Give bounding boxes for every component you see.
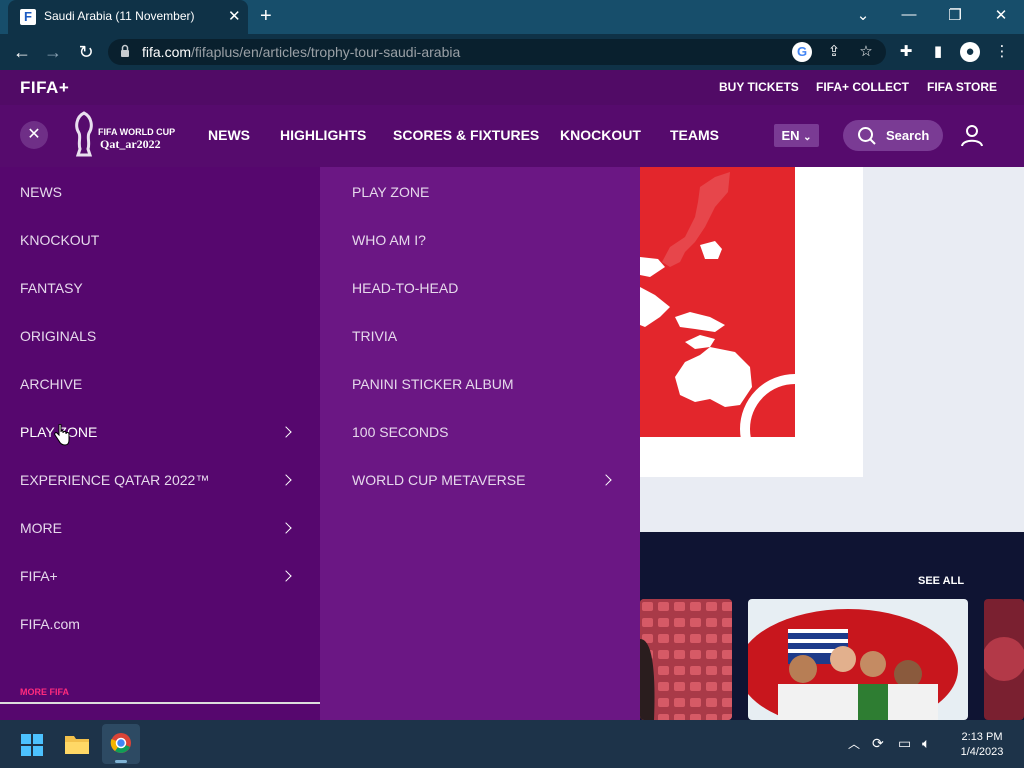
nav-scores-fixtures[interactable]: SCORES & FIXTURES: [393, 127, 539, 144]
fans-coca-cola-thumbnail[interactable]: [748, 599, 968, 720]
menu-item-originals[interactable]: ORIGINALS: [20, 328, 96, 345]
play-zone-submenu: PLAY ZONE WHO AM I? HEAD-TO-HEAD TRIVIA …: [320, 167, 640, 720]
browser-tab-bar: F Saudi Arabia (11 November) ✕ + ⌄ — ❐ ✕: [0, 0, 1024, 34]
menu-item-more[interactable]: MORE: [20, 520, 62, 537]
main-navigation: ✕ FIFA WORLD CUP Qat_ar2022 NEWS HIGHLIG…: [0, 105, 1024, 167]
hand-cursor-icon: [54, 424, 70, 446]
chrome-menu-icon[interactable]: ⋮: [992, 42, 1012, 62]
network-icon[interactable]: ▭: [898, 735, 911, 752]
file-explorer-icon[interactable]: [64, 733, 90, 755]
windows-start-icon[interactable]: [21, 734, 43, 756]
article-content: SEE ALL: [640, 167, 1024, 720]
world-cup-logo-line2: Qat_ar2022: [100, 137, 161, 151]
sync-icon[interactable]: ⟳: [872, 735, 884, 752]
search-button[interactable]: Search: [843, 120, 943, 151]
clock-date: 1/4/2023: [960, 746, 1004, 758]
menu-item-fifa-plus[interactable]: FIFA+: [20, 568, 58, 585]
chevron-down-icon: ⌄: [803, 132, 812, 143]
chrome-icon: [110, 733, 131, 753]
tab-search-chevron-icon[interactable]: ⌄: [848, 6, 878, 24]
language-selector[interactable]: EN ⌄: [774, 124, 819, 147]
world-cup-logo-line1: FIFA WORLD CUP: [98, 127, 176, 137]
chevron-right-icon: [280, 522, 292, 534]
close-menu-icon[interactable]: ✕: [20, 121, 48, 149]
fifa-plus-collect-link[interactable]: FIFA+ COLLECT: [816, 80, 909, 94]
user-account-icon[interactable]: [960, 123, 984, 147]
fifa-favicon-icon: F: [20, 9, 36, 25]
restore-icon[interactable]: ❐: [940, 6, 970, 24]
menu-item-experience-qatar[interactable]: EXPERIENCE QATAR 2022™: [20, 472, 209, 489]
active-app-indicator: [115, 760, 127, 763]
buy-tickets-link[interactable]: BUY TICKETS: [719, 80, 799, 94]
fifa-plus-logo[interactable]: FIFA+: [20, 79, 69, 97]
world-cup-trophy-icon: [75, 111, 93, 157]
stadium-seats-thumbnail[interactable]: [640, 599, 732, 720]
language-label: EN: [781, 128, 800, 143]
submenu-item-trivia[interactable]: TRIVIA: [352, 328, 397, 345]
side-panel-icon[interactable]: ▮: [928, 42, 948, 62]
profile-avatar-icon[interactable]: ●: [960, 42, 980, 62]
menu-item-fantasy[interactable]: FANTASY: [20, 280, 83, 297]
extensions-puzzle-icon[interactable]: ✚: [896, 42, 916, 62]
main-menu-panel: NEWS KNOCKOUT FANTASY ORIGINALS ARCHIVE …: [0, 167, 320, 720]
submenu-item-who-am-i[interactable]: WHO AM I?: [352, 232, 426, 249]
more-fifa-heading: MORE FIFA: [20, 687, 69, 697]
chevron-right-icon: [280, 474, 292, 486]
menu-item-news[interactable]: NEWS: [20, 184, 62, 201]
forward-arrow-icon[interactable]: →: [40, 40, 66, 64]
back-arrow-icon[interactable]: ←: [9, 40, 35, 64]
share-icon[interactable]: ⇪: [824, 42, 844, 62]
minimize-icon[interactable]: —: [894, 6, 924, 23]
chevron-right-icon: [280, 570, 292, 582]
nav-knockout[interactable]: KNOCKOUT: [560, 127, 641, 144]
trophy-tour-map-image: [640, 167, 863, 484]
lock-icon: [121, 44, 129, 57]
window-close-icon[interactable]: ✕: [986, 6, 1016, 24]
chevron-right-icon: [600, 474, 612, 486]
submenu-item-panini-sticker-album[interactable]: PANINI STICKER ALBUM: [352, 376, 514, 393]
nav-teams[interactable]: TEAMS: [670, 127, 719, 144]
clock-time: 2:13 PM: [961, 731, 1003, 743]
world-map-illustration: [640, 167, 850, 484]
submenu-item-world-cup-metaverse[interactable]: WORLD CUP METAVERSE: [352, 472, 525, 489]
nav-news[interactable]: NEWS: [208, 127, 250, 144]
chevron-right-icon: [280, 426, 292, 438]
tab-close-icon[interactable]: ✕: [228, 7, 241, 25]
show-hidden-icons-chevron-icon[interactable]: ︿: [848, 735, 860, 752]
windows-taskbar: ︿ ⟳ ▭ 🔈︎: [0, 720, 1024, 768]
bookmark-star-icon[interactable]: ☆: [856, 42, 876, 62]
see-all-link[interactable]: SEE ALL: [918, 575, 964, 587]
system-clock[interactable]: 2:13 PM 1/4/2023: [955, 730, 1009, 760]
menu-divider: [0, 702, 320, 704]
menu-item-fifa-com[interactable]: FIFA.com: [20, 616, 80, 633]
submenu-item-head-to-head[interactable]: HEAD-TO-HEAD: [352, 280, 458, 297]
submenu-item-play-zone[interactable]: PLAY ZONE: [352, 184, 429, 201]
search-icon: [858, 127, 876, 145]
chrome-taskbar-button[interactable]: [102, 724, 140, 764]
search-label: Search: [886, 128, 930, 143]
article-thumbnail-partial[interactable]: [984, 599, 1024, 720]
new-tab-icon[interactable]: +: [260, 5, 272, 28]
world-cup-qatar-logo[interactable]: FIFA WORLD CUP Qat_ar2022: [70, 111, 180, 161]
menu-item-knockout[interactable]: KNOCKOUT: [20, 232, 99, 249]
browser-tab[interactable]: F Saudi Arabia (11 November) ✕: [8, 0, 248, 34]
google-lens-icon[interactable]: G: [792, 42, 812, 62]
reload-icon[interactable]: ↻: [73, 40, 99, 64]
volume-icon[interactable]: 🔈︎: [922, 735, 930, 752]
nav-highlights[interactable]: HIGHLIGHTS: [280, 127, 366, 144]
url-omnibox[interactable]: fifa.com/fifaplus/en/articles/trophy-tou…: [108, 39, 886, 65]
menu-item-archive[interactable]: ARCHIVE: [20, 376, 82, 393]
address-bar-row: ← → ↻ fifa.com/fifaplus/en/articles/trop…: [0, 34, 1024, 70]
tab-title: Saudi Arabia (11 November): [44, 9, 195, 23]
fifa-top-bar: FIFA+ BUY TICKETS FIFA+ COLLECT FIFA STO…: [0, 70, 1024, 105]
url-text: fifa.com/fifaplus/en/articles/trophy-tou…: [142, 44, 461, 60]
fifa-store-link[interactable]: FIFA STORE: [927, 80, 997, 94]
submenu-item-100-seconds[interactable]: 100 SECONDS: [352, 424, 448, 441]
